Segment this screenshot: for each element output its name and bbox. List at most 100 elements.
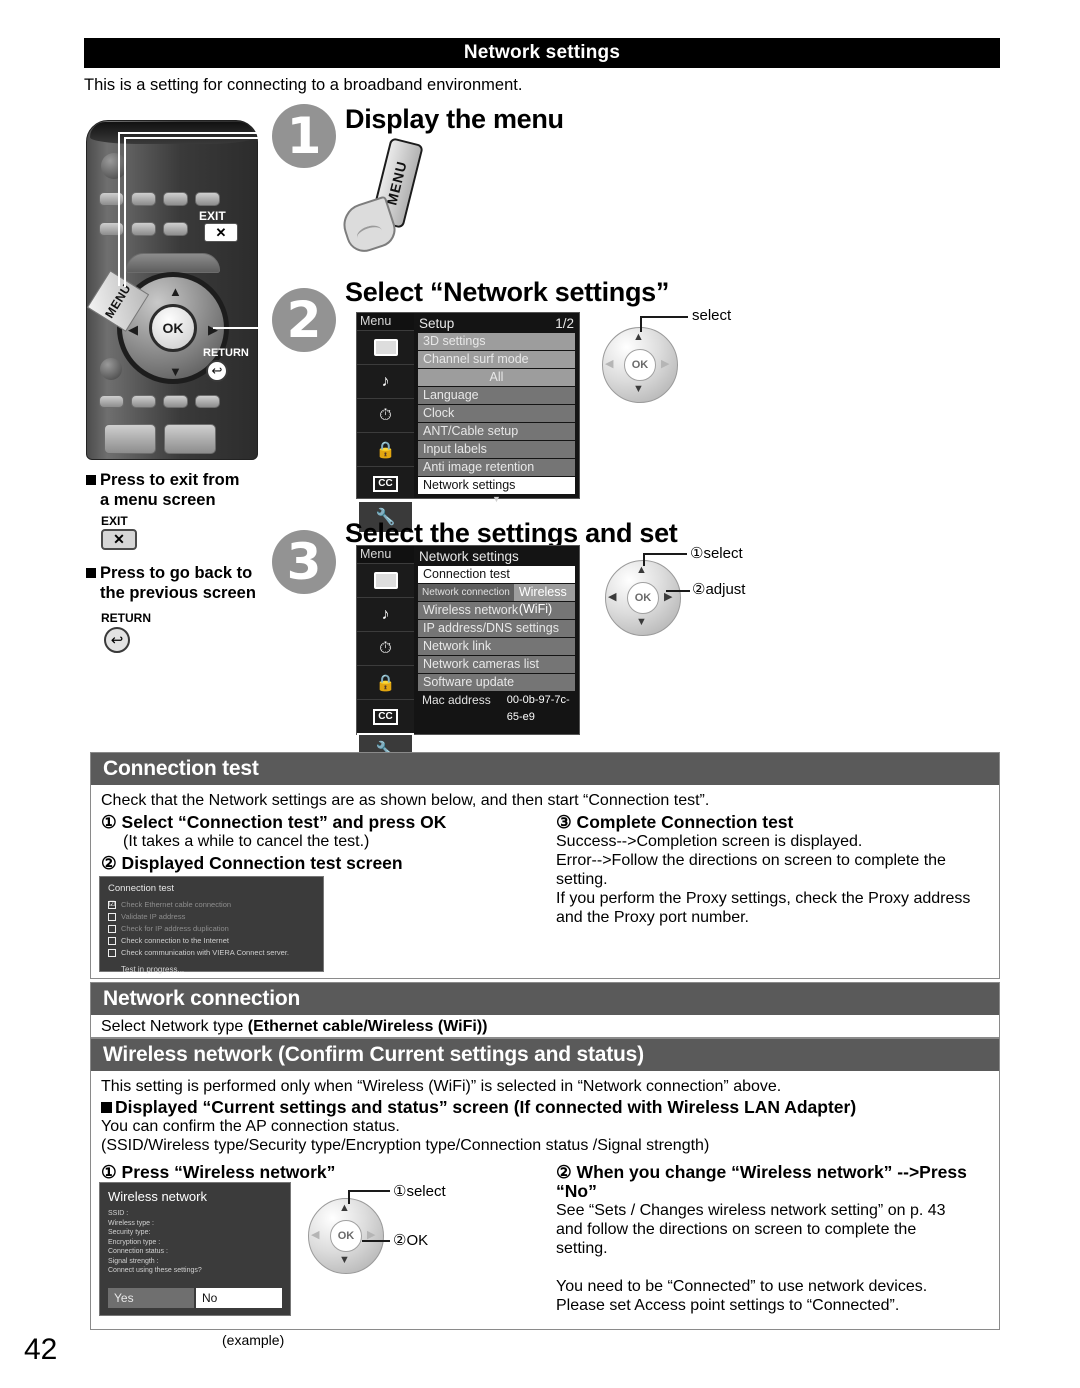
wireless-heading-text: Displayed “Current settings and status” … xyxy=(115,1097,857,1117)
navpad-left-icon[interactable]: ◀ xyxy=(311,1228,319,1241)
navpad-wireless: OK ▲ ▼ ◀ ▶ xyxy=(308,1198,384,1274)
page-title-text: Network settings xyxy=(463,42,621,63)
callout-select-wireless: ①select xyxy=(393,1183,446,1200)
navpad-down-icon[interactable]: ▼ xyxy=(636,616,647,628)
navpad-ok-button[interactable]: OK xyxy=(627,582,659,614)
remote-key xyxy=(99,192,124,206)
connection-test-item2: ② Displayed Connection test screen xyxy=(101,853,403,873)
timer-icon[interactable]: ⏱ xyxy=(357,398,414,432)
navpad-ok-button[interactable]: OK xyxy=(330,1220,362,1252)
leader-line-1b xyxy=(118,134,120,286)
remote-return-key: ↩ xyxy=(206,360,228,382)
remote-key xyxy=(163,222,188,236)
callout-select-step3: ①select xyxy=(690,545,743,562)
navpad-left-icon[interactable]: ◀ xyxy=(605,357,613,370)
remote-key xyxy=(99,222,124,236)
picture-icon[interactable] xyxy=(357,330,414,364)
wireless-field-encryption-type: Encryption type : xyxy=(108,1238,161,1246)
navpad-down-icon[interactable]: ▼ xyxy=(633,383,644,395)
menu-item-network-connection[interactable]: Network connection Wireless (WiFi) xyxy=(418,584,575,616)
remote-exit-label: EXIT xyxy=(199,209,226,223)
lock-icon[interactable]: 🔒 xyxy=(357,665,414,699)
menu-item-network-cameras-list[interactable]: Network cameras list xyxy=(418,656,575,673)
audio-note-icon[interactable]: ♪ xyxy=(357,364,414,398)
menu-item-channel-surf-mode[interactable]: Channel surf mode xyxy=(418,351,575,368)
menu-item-clock[interactable]: Clock xyxy=(418,405,575,422)
network-settings-menu-screenshot: Menu ♪ ⏱ 🔒 CC 🔧 Network settings Connect… xyxy=(356,545,580,767)
setup-menu-sidebar: Menu ♪ ⏱ 🔒 CC 🔧 xyxy=(357,313,414,534)
navpad-right-icon[interactable]: ▶ xyxy=(661,357,669,370)
timer-icon[interactable]: ⏱ xyxy=(357,631,414,665)
connection-test-right-line-1: Success-->Completion screen is displayed… xyxy=(556,833,863,850)
setup-menu-sidebar-title: Menu xyxy=(357,313,414,330)
scroll-down-icon[interactable]: ▼ xyxy=(414,494,579,504)
callout-line-step3-select-v xyxy=(643,553,645,566)
navpad-down-icon[interactable]: ▼ xyxy=(339,1254,350,1266)
navpad-ok-button[interactable]: OK xyxy=(624,349,656,381)
dpad-right-icon: ▶ xyxy=(208,322,218,337)
remote-round-key xyxy=(100,358,122,380)
menu-item-network-link[interactable]: Network link xyxy=(418,638,575,655)
callout-line-step3-adjust xyxy=(666,590,690,592)
check-label: Check for IP address duplication xyxy=(121,924,229,933)
step-1-number: 1 xyxy=(272,104,336,168)
navpad-right-icon[interactable]: ▶ xyxy=(664,590,672,603)
menu-item-language[interactable]: Language xyxy=(418,387,575,404)
callout-line-wireless-select xyxy=(348,1190,390,1192)
menu-item-3d-settings[interactable]: 3D settings xyxy=(418,333,575,350)
menu-item-connection-test[interactable]: Connection test xyxy=(418,566,575,583)
menu-item-ip-dns-settings[interactable]: IP address/DNS settings xyxy=(418,620,575,637)
remote-key xyxy=(195,395,220,408)
note-return-line1: Press to go back to xyxy=(100,564,253,582)
remote-menu-label: MENU xyxy=(102,281,134,321)
navpad-up-icon[interactable]: ▲ xyxy=(633,331,644,343)
connection-test-screen-title: Connection test xyxy=(108,883,175,894)
menu-item-ant-cable-setup[interactable]: ANT/Cable setup xyxy=(418,423,575,440)
wireless-field-connection-status: Connection status : xyxy=(108,1248,168,1255)
wireless-line-3: (SSID/Wireless type/Security type/Encryp… xyxy=(101,1137,710,1154)
menu-item-input-labels[interactable]: Input labels xyxy=(418,441,575,458)
remote-key xyxy=(164,424,216,454)
network-menu-sidebar-title: Menu xyxy=(357,546,414,563)
wireless-right-line-5: You need to be “Connected” to use networ… xyxy=(556,1278,928,1295)
step-2-number: 2 xyxy=(272,288,336,352)
network-menu-sidebar: Menu ♪ ⏱ 🔒 CC 🔧 xyxy=(357,546,414,767)
wireless-line-1: This setting is performed only when “Wir… xyxy=(101,1078,782,1095)
wireless-field-ssid: SSID : xyxy=(108,1210,129,1217)
wireless-network-bar: Wireless network (Confirm Current settin… xyxy=(91,1039,999,1071)
menu-item-anti-image-retention[interactable]: Anti image retention xyxy=(418,459,575,476)
menu-button-illustration-label: MENU xyxy=(383,159,411,207)
lock-icon[interactable]: 🔒 xyxy=(357,432,414,466)
remote-key xyxy=(163,192,188,206)
cc-icon[interactable]: CC xyxy=(357,699,414,733)
menu-item-network-connection-value: Wireless (WiFi) xyxy=(513,584,575,616)
remote-exit-key: ✕ xyxy=(204,223,238,242)
network-menu-title: Network settings xyxy=(419,548,519,564)
menu-item-mac-address-label: Mac address xyxy=(422,693,491,707)
connection-test-screenshot: Connection test ☑ Check Ethernet cable c… xyxy=(99,876,324,974)
connection-test-progress: Test in progress... xyxy=(121,965,185,974)
audio-note-icon[interactable]: ♪ xyxy=(357,597,414,631)
wireless-field-signal-strength: Signal strength : xyxy=(108,1257,159,1265)
example-caption: (example) xyxy=(222,1332,285,1348)
callout-adjust-step3: ②adjust xyxy=(692,581,746,598)
check-label: Validate IP address xyxy=(121,912,186,921)
remote-key xyxy=(99,395,124,408)
wireless-screen-title: Wireless network xyxy=(108,1189,207,1204)
navpad-left-icon[interactable]: ◀ xyxy=(608,590,616,603)
menu-item-software-update[interactable]: Software update xyxy=(418,674,575,691)
wireless-screen-buttons: Yes No xyxy=(108,1288,282,1308)
wireless-no-button[interactable]: No xyxy=(196,1288,282,1308)
navpad-up-icon[interactable]: ▲ xyxy=(636,564,647,576)
wireless-yes-button[interactable]: Yes xyxy=(108,1288,194,1308)
cc-icon[interactable]: CC xyxy=(357,466,414,500)
picture-icon[interactable] xyxy=(357,563,414,597)
step-2-heading: Select “Network settings” xyxy=(345,277,670,307)
wireless-item1: ① Press “Wireless network” xyxy=(101,1162,336,1182)
menu-item-network-settings[interactable]: Network settings xyxy=(418,477,575,494)
connection-test-bar: Connection test xyxy=(91,753,999,785)
navpad-step2: OK ▲ ▼ ◀ ▶ xyxy=(602,327,678,403)
menu-item-mac-address-value: 00-0b-97-7c-65-e9 xyxy=(506,694,570,723)
menu-item-channel-surf-value[interactable]: All xyxy=(418,369,575,386)
setup-menu-title: Setup xyxy=(419,315,455,331)
